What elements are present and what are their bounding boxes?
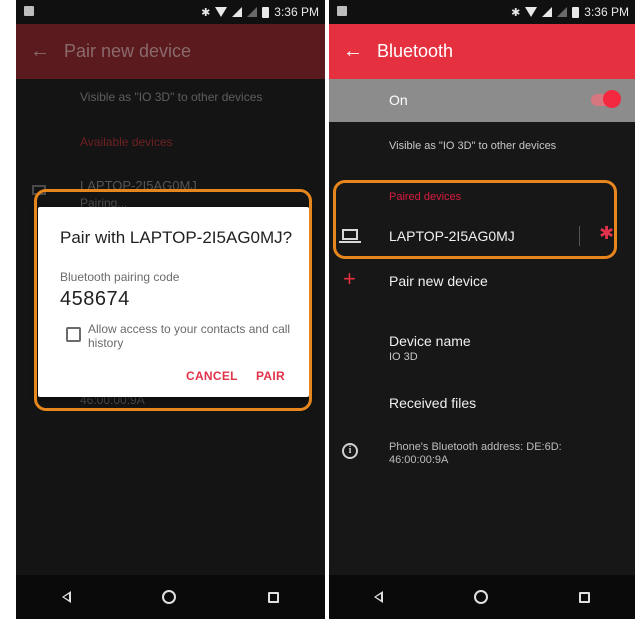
nav-home-icon[interactable] <box>162 590 177 604</box>
navigation-bar <box>16 575 325 619</box>
signal-icon-secondary <box>247 7 258 17</box>
notification-icon <box>337 6 347 16</box>
toggle-label: On <box>389 92 408 108</box>
status-bar: ✱ 3:36 PM <box>329 0 635 24</box>
visible-as-text: Visible as "IO 3D" to other devices <box>389 140 557 152</box>
wifi-icon <box>525 7 538 17</box>
status-time: 3:36 PM <box>274 5 319 19</box>
highlight-box-paired <box>333 180 617 259</box>
nav-back-icon[interactable] <box>374 591 384 603</box>
left-screen: ✱ 3:36 PM ← Pair new device Visible as "… <box>16 0 325 619</box>
notification-icon <box>24 6 34 16</box>
device-name-value: IO 3D <box>389 351 418 363</box>
app-bar: ← Pair new device <box>16 24 325 79</box>
pair-new-device-item[interactable]: Pair new device <box>389 273 488 289</box>
back-arrow-icon[interactable]: ← <box>16 40 64 63</box>
available-devices-label: Available devices <box>80 135 173 149</box>
visible-as-text: Visible as "IO 3D" to other devices <box>80 90 263 104</box>
device-name-label[interactable]: Device name <box>389 333 471 349</box>
highlight-box-dialog <box>34 189 312 411</box>
navigation-bar <box>329 575 635 619</box>
bluetooth-status-icon: ✱ <box>511 6 521 19</box>
battery-icon <box>262 6 270 18</box>
info-icon: i <box>342 443 358 459</box>
status-bar: ✱ 3:36 PM <box>16 0 325 24</box>
battery-icon <box>572 6 580 18</box>
signal-icon <box>232 7 243 17</box>
nav-home-icon[interactable] <box>473 590 488 604</box>
nav-recents-icon[interactable] <box>268 591 280 603</box>
bluetooth-toggle-row[interactable]: On <box>329 79 635 122</box>
page-title: Pair new device <box>64 41 192 61</box>
nav-back-icon[interactable] <box>61 591 71 603</box>
app-bar: ← Bluetooth <box>329 24 635 79</box>
received-files-item[interactable]: Received files <box>389 395 476 411</box>
nav-recents-icon[interactable] <box>578 591 590 603</box>
toggle-thumb[interactable] <box>603 90 621 108</box>
right-screen: ✱ 3:36 PM ← Bluetooth On Visible as "IO … <box>329 0 635 619</box>
plus-icon: + <box>343 266 356 291</box>
signal-icon-secondary <box>557 7 568 17</box>
status-time: 3:36 PM <box>584 5 629 19</box>
bluetooth-address-text: Phone's Bluetooth address: DE:6D: 46:00:… <box>389 441 562 466</box>
wifi-icon <box>215 7 228 17</box>
signal-icon <box>542 7 553 17</box>
bluetooth-status-icon: ✱ <box>201 6 211 19</box>
page-title: Bluetooth <box>377 41 454 61</box>
back-arrow-icon[interactable]: ← <box>329 40 377 63</box>
